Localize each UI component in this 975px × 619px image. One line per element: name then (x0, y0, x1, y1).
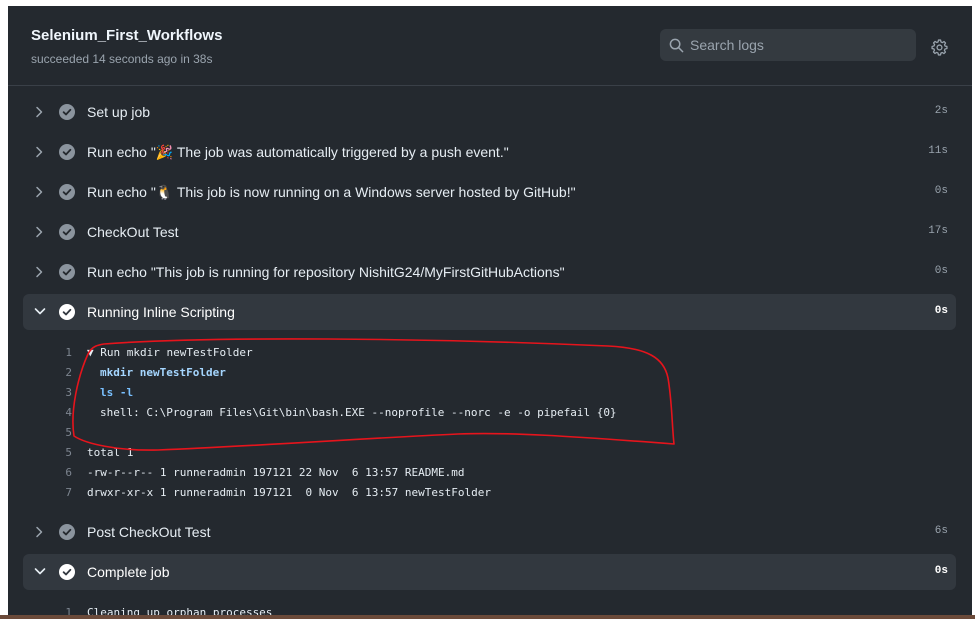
line-number: 3 (65, 386, 72, 399)
check-circle-icon (59, 104, 75, 120)
search-icon (669, 38, 684, 53)
step-checkout-test[interactable]: CheckOut Test 17s (23, 214, 956, 250)
chevron-down-icon (34, 308, 46, 315)
check-circle-icon (59, 264, 75, 280)
workflow-status-meta: succeeded 14 seconds ago in 38s (31, 52, 213, 66)
step-post-checkout-test[interactable]: Post CheckOut Test 6s (23, 514, 956, 550)
step-label: Post CheckOut Test (87, 524, 211, 540)
step-running-inline-scripting[interactable]: Running Inline Scripting 0s (23, 294, 956, 330)
log-line: 7 drwxr-xr-x 1 runneradmin 197121 0 Nov … (8, 482, 972, 502)
check-circle-icon (59, 224, 75, 240)
log-command-arg: newTestFolder (139, 366, 226, 379)
chevron-down-icon (34, 568, 46, 575)
desktop-background-strip (0, 615, 975, 619)
log-line: 2 mkdir newTestFolder (8, 362, 972, 382)
search-logs-input[interactable] (690, 29, 910, 61)
gear-icon[interactable] (931, 39, 948, 56)
check-circle-icon (59, 564, 75, 580)
log-text: total 1 (87, 446, 134, 459)
step-label: Set up job (87, 104, 151, 120)
step-label: CheckOut Test (87, 224, 179, 240)
search-logs-box[interactable] (660, 29, 916, 61)
step-duration: 6s (934, 525, 948, 537)
step-label: Run echo "This job is running for reposi… (87, 264, 565, 280)
log-text: -rw-r--r-- 1 runneradmin 197121 22 Nov 6… (87, 466, 465, 479)
step-duration: 0s (934, 265, 948, 277)
step-duration: 2s (934, 105, 948, 117)
step-run-echo-triggered[interactable]: Run echo "🎉 The job was automatically tr… (23, 134, 956, 170)
log-line: 5 (8, 422, 972, 442)
chevron-right-icon (36, 186, 43, 198)
inline-scripting-log: 1 ▼ Run mkdir newTestFolder 2 mkdir newT… (8, 342, 972, 502)
step-run-echo-windows[interactable]: Run echo "🐧 This job is now running on a… (23, 174, 956, 210)
workflow-log-panel: Selenium_First_Workflows succeeded 14 se… (8, 6, 972, 619)
chevron-right-icon (36, 526, 43, 538)
log-line: 6 -rw-r--r-- 1 runneradmin 197121 22 Nov… (8, 462, 972, 482)
log-text: mkdir newTestFolder (100, 366, 226, 379)
log-line: 1 ▼ Run mkdir newTestFolder (8, 342, 972, 362)
line-number: 1 (65, 346, 72, 359)
workflow-title: Selenium_First_Workflows (31, 27, 223, 44)
line-number: 7 (65, 486, 72, 499)
chevron-right-icon (36, 146, 43, 158)
log-header: Selenium_First_Workflows succeeded 14 se… (8, 6, 972, 86)
step-duration: 0s (934, 305, 948, 317)
step-duration: 0s (934, 565, 948, 577)
log-text: ls -l (100, 386, 134, 399)
check-circle-icon (59, 524, 75, 540)
line-number: 2 (65, 366, 72, 379)
step-run-echo-repository[interactable]: Run echo "This job is running for reposi… (23, 254, 956, 290)
line-number: 4 (65, 406, 72, 419)
step-label: Run echo "🐧 This job is now running on a… (87, 184, 576, 200)
line-number: 5 (65, 446, 72, 459)
check-circle-icon (59, 144, 75, 160)
check-circle-icon (59, 304, 75, 320)
step-duration: 11s (928, 145, 948, 157)
log-line: 5 total 1 (8, 442, 972, 462)
step-label: Running Inline Scripting (87, 304, 235, 320)
step-complete-job[interactable]: Complete job 0s (23, 554, 956, 590)
log-text: shell: C:\Program Files\Git\bin\bash.EXE… (100, 406, 617, 419)
line-number: 5 (65, 426, 72, 439)
step-set-up-job[interactable]: Set up job 2s (23, 94, 956, 130)
step-label: Complete job (87, 564, 170, 580)
chevron-right-icon (36, 266, 43, 278)
line-number: 6 (65, 466, 72, 479)
check-circle-icon (59, 184, 75, 200)
log-line: 4 shell: C:\Program Files\Git\bin\bash.E… (8, 402, 972, 422)
step-label: Run echo "🎉 The job was automatically tr… (87, 144, 509, 160)
log-line: 3 ls -l (8, 382, 972, 402)
step-duration: 0s (934, 185, 948, 197)
log-text[interactable]: ▼ Run mkdir newTestFolder (87, 346, 253, 359)
log-text: drwxr-xr-x 1 runneradmin 197121 0 Nov 6 … (87, 486, 491, 499)
chevron-right-icon (36, 226, 43, 238)
chevron-right-icon (36, 106, 43, 118)
step-duration: 17s (928, 225, 948, 237)
log-command: mkdir (100, 366, 134, 379)
